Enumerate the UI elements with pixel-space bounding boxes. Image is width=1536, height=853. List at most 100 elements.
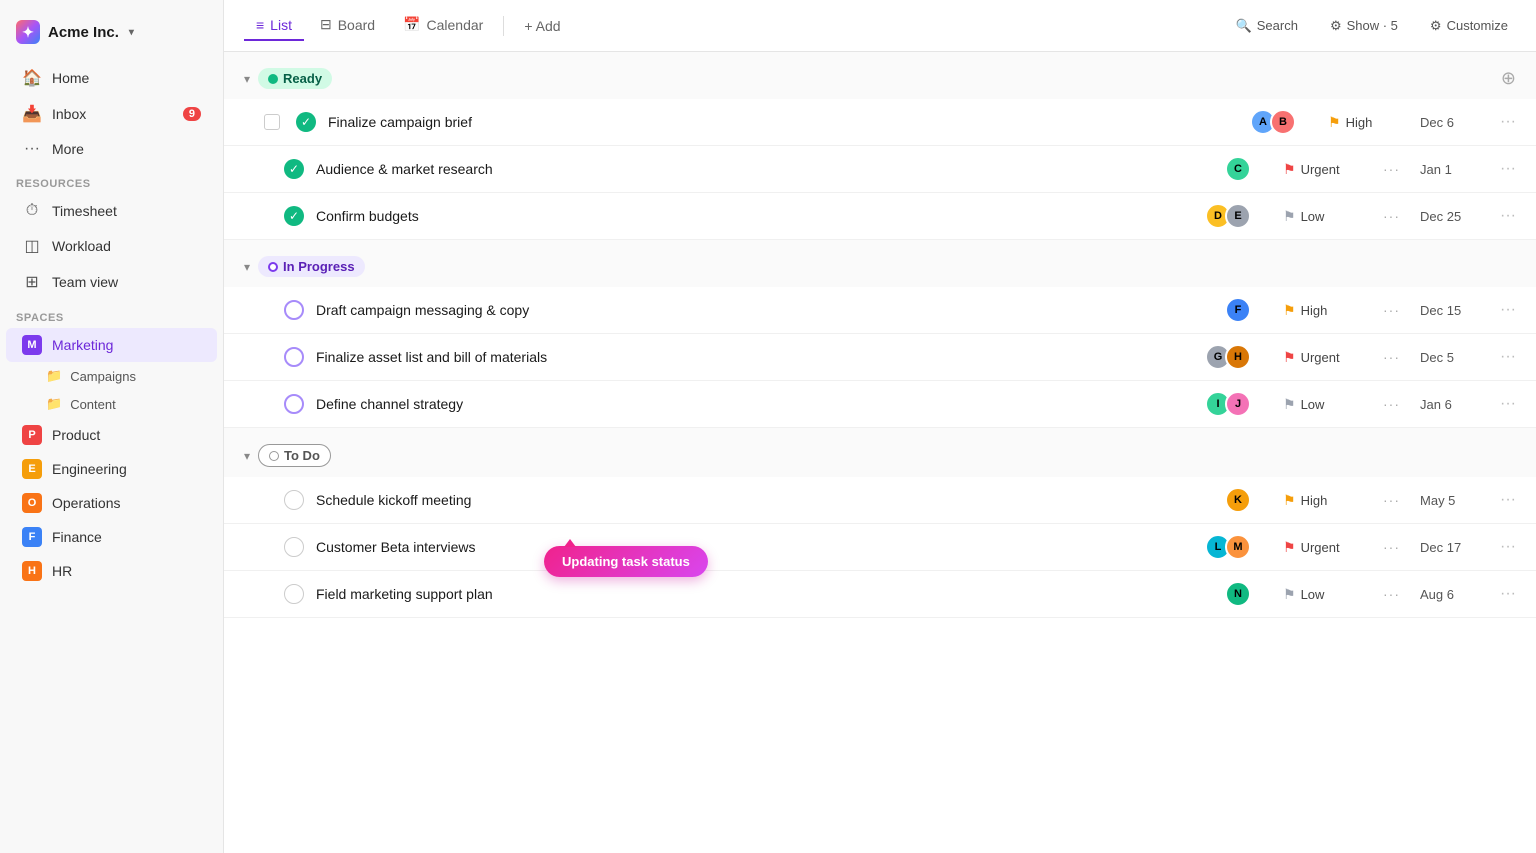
task-row[interactable]: Field marketing support plan N ⚑ Low ···… <box>224 571 1536 618</box>
nav-workload[interactable]: ◫ Workload <box>6 228 217 264</box>
nav-workload-label: Workload <box>52 238 111 254</box>
task-dots: ··· <box>1383 349 1400 365</box>
task-status-done-icon[interactable]: ✓ <box>296 112 316 132</box>
task-list-content: ▾ Ready ⊕ ✓ Finalize campaign brief A B … <box>224 52 1536 853</box>
task-status-circle-icon[interactable] <box>284 394 304 414</box>
tab-board-label: Board <box>338 17 375 33</box>
task-status-circle-icon[interactable] <box>284 347 304 367</box>
todo-badge: To Do <box>258 444 331 467</box>
nav-more[interactable]: ··· More <box>6 132 217 166</box>
task-row[interactable]: ✓ Confirm budgets D E ⚑ Low ··· Dec 25 ·… <box>224 193 1536 240</box>
calendar-icon: 📅 <box>403 16 420 33</box>
sidebar-item-hr[interactable]: H HR <box>6 554 217 588</box>
task-more-icon[interactable]: ··· <box>1500 395 1516 413</box>
tab-calendar[interactable]: 📅 Calendar <box>391 10 495 41</box>
task-more-icon[interactable]: ··· <box>1500 301 1516 319</box>
task-row[interactable]: Finalize asset list and bill of material… <box>224 334 1536 381</box>
sidebar-item-product-label: Product <box>52 427 100 443</box>
sidebar-item-content[interactable]: 📁 Content <box>6 390 217 418</box>
inprogress-chevron-icon[interactable]: ▾ <box>244 260 250 274</box>
inbox-icon: 📥 <box>22 104 42 124</box>
task-status-empty-icon[interactable] <box>284 584 304 604</box>
sidebar-item-marketing[interactable]: M Marketing <box>6 328 217 362</box>
task-row[interactable]: Draft campaign messaging & copy F ⚑ High… <box>224 287 1536 334</box>
sidebar-item-engineering-label: Engineering <box>52 461 127 477</box>
task-date: Dec 6 <box>1420 115 1480 130</box>
spaces-label: Spaces <box>0 300 223 328</box>
search-label: Search <box>1257 18 1298 33</box>
task-more-icon[interactable]: ··· <box>1500 538 1516 556</box>
task-more-icon[interactable]: ··· <box>1500 491 1516 509</box>
task-dots: ··· <box>1383 396 1400 412</box>
sidebar-item-operations[interactable]: O Operations <box>6 486 217 520</box>
task-more-icon[interactable]: ··· <box>1500 207 1516 225</box>
nav-timesheet[interactable]: ⏱ Timesheet <box>6 194 217 228</box>
list-icon: ≡ <box>256 17 264 33</box>
sidebar-item-engineering[interactable]: E Engineering <box>6 452 217 486</box>
task-date: Jan 1 <box>1420 162 1480 177</box>
task-more-icon[interactable]: ··· <box>1500 113 1516 131</box>
task-priority: ⚑ Low <box>1283 208 1363 225</box>
inprogress-badge: In Progress <box>258 256 365 277</box>
sidebar-item-campaigns[interactable]: 📁 Campaigns <box>6 362 217 390</box>
task-row[interactable]: Schedule kickoff meeting K ⚑ High ··· Ma… <box>224 477 1536 524</box>
nav-inbox[interactable]: 📥 Inbox 9 <box>6 96 217 132</box>
task-row[interactable]: ✓ Finalize campaign brief A B ⚑ High Dec… <box>224 99 1536 146</box>
priority-flag-icon: ⚑ <box>1283 208 1296 225</box>
priority-label: Low <box>1301 209 1325 224</box>
group-ready-header: ▾ Ready ⊕ <box>224 52 1536 99</box>
task-status-done-icon[interactable]: ✓ <box>284 206 304 226</box>
search-button[interactable]: 🔍 Search <box>1228 14 1306 38</box>
inprogress-dot-icon <box>268 262 278 272</box>
board-icon: ⊟ <box>320 16 332 33</box>
task-priority: ⚑ High <box>1328 114 1408 131</box>
task-more-icon[interactable]: ··· <box>1500 160 1516 178</box>
task-more-icon[interactable]: ··· <box>1500 348 1516 366</box>
todo-chevron-icon[interactable]: ▾ <box>244 449 250 463</box>
task-date: Jan 6 <box>1420 397 1480 412</box>
nav-timesheet-label: Timesheet <box>52 203 117 219</box>
topbar-right: 🔍 Search ⚙ Show · 5 ⚙ Customize <box>1228 14 1516 38</box>
task-priority: ⚑ Urgent <box>1283 539 1363 556</box>
nav-home-label: Home <box>52 70 89 86</box>
task-row[interactable]: Customer Beta interviews L M ⚑ Urgent ··… <box>224 524 1536 571</box>
product-avatar: P <box>22 425 42 445</box>
topbar: ≡ List ⊟ Board 📅 Calendar + Add 🔍 Search… <box>224 0 1536 52</box>
main-content: ≡ List ⊟ Board 📅 Calendar + Add 🔍 Search… <box>224 0 1536 853</box>
task-status-circle-icon[interactable] <box>284 300 304 320</box>
show-icon: ⚙ <box>1330 18 1342 34</box>
sidebar-item-finance[interactable]: F Finance <box>6 520 217 554</box>
ready-label: Ready <box>283 71 322 86</box>
task-priority: ⚑ Urgent <box>1283 161 1363 178</box>
ready-add-icon[interactable]: ⊕ <box>1501 68 1516 89</box>
task-more-icon[interactable]: ··· <box>1500 585 1516 603</box>
nav-teamview[interactable]: ⊞ Team view <box>6 264 217 300</box>
app-logo[interactable]: ✦ Acme Inc. ▾ <box>0 12 223 60</box>
task-status-empty-icon[interactable] <box>284 490 304 510</box>
avatar: F <box>1225 297 1251 323</box>
task-checkbox[interactable] <box>264 114 280 130</box>
ready-chevron-icon[interactable]: ▾ <box>244 72 250 86</box>
tab-board[interactable]: ⊟ Board <box>308 10 387 41</box>
task-name: Field marketing support plan <box>316 586 1213 602</box>
add-button[interactable]: + Add <box>512 12 572 40</box>
home-icon: 🏠 <box>22 68 42 88</box>
task-status-done-icon[interactable]: ✓ <box>284 159 304 179</box>
tab-list-label: List <box>270 17 292 33</box>
show-button[interactable]: ⚙ Show · 5 <box>1322 14 1406 38</box>
resources-label: Resources <box>0 166 223 194</box>
group-inprogress-header: ▾ In Progress <box>224 240 1536 287</box>
tab-list[interactable]: ≡ List <box>244 11 304 41</box>
ready-badge: Ready <box>258 68 332 89</box>
task-row[interactable]: Define channel strategy I J ⚑ Low ··· Ja… <box>224 381 1536 428</box>
customize-button[interactable]: ⚙ Customize <box>1422 14 1516 38</box>
nav-home[interactable]: 🏠 Home <box>6 60 217 96</box>
sidebar-item-product[interactable]: P Product <box>6 418 217 452</box>
customize-label: Customize <box>1447 18 1508 33</box>
priority-flag-icon: ⚑ <box>1283 302 1296 319</box>
show-label: Show · 5 <box>1347 18 1398 33</box>
customize-icon: ⚙ <box>1430 18 1442 34</box>
task-status-empty-icon[interactable] <box>284 537 304 557</box>
task-avatars: K <box>1225 487 1251 513</box>
task-row[interactable]: ✓ Audience & market research C ⚑ Urgent … <box>224 146 1536 193</box>
